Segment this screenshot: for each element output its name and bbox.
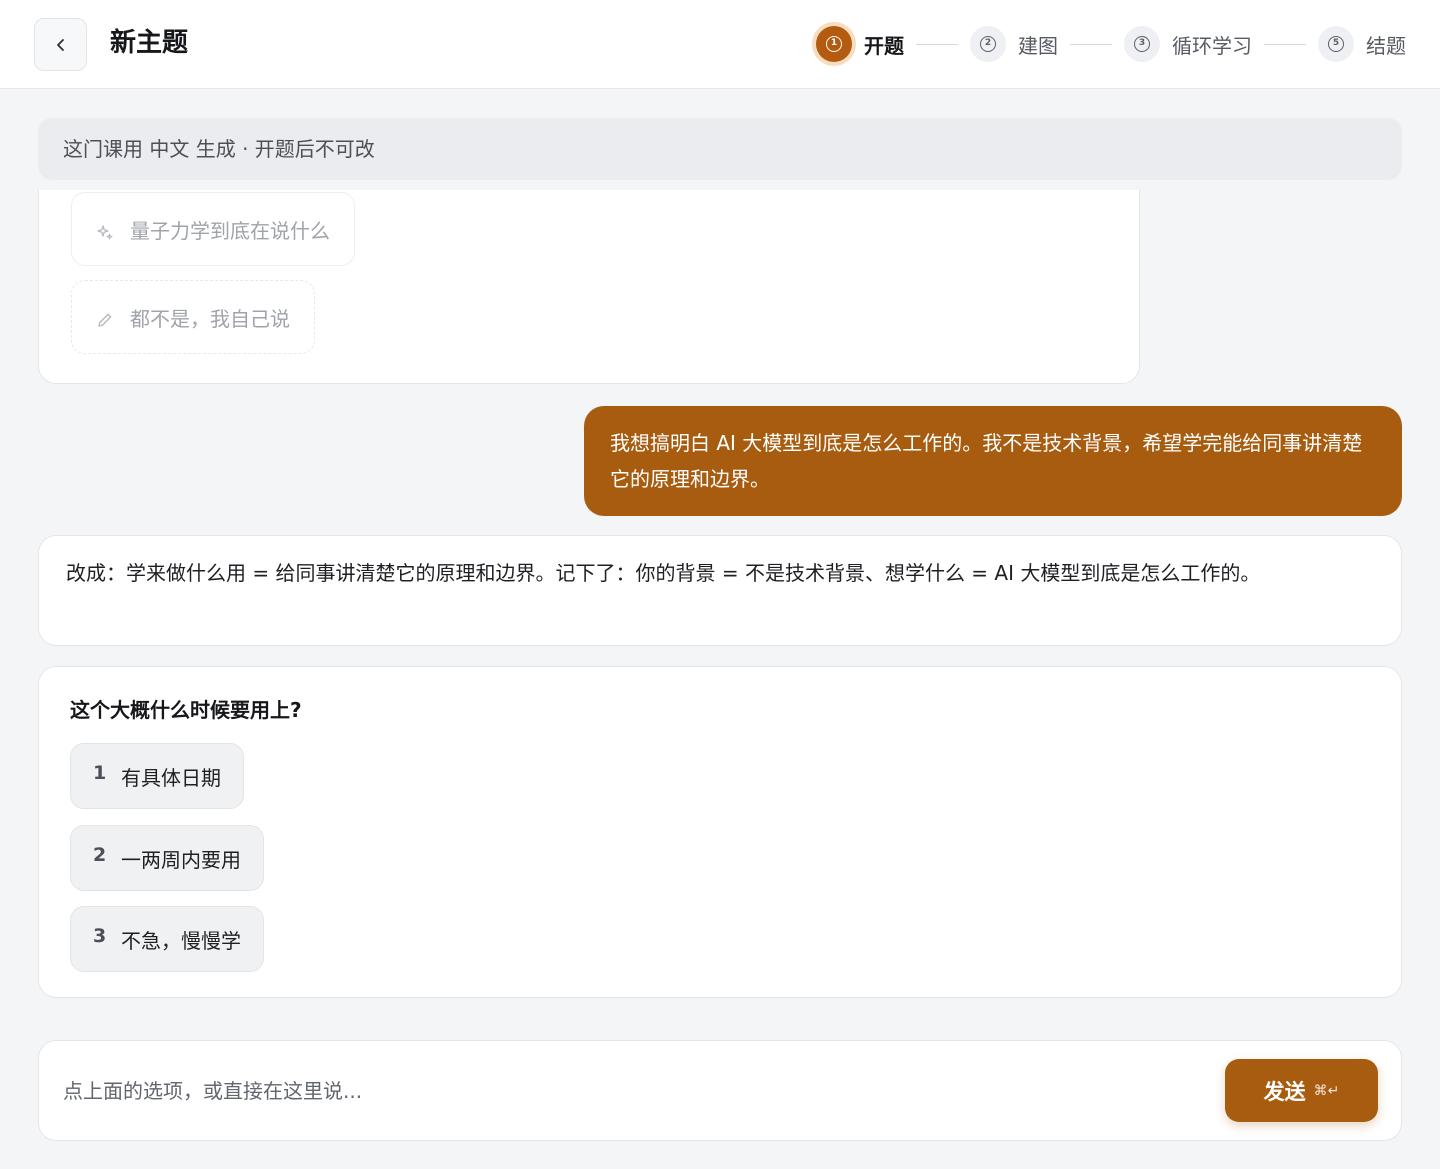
option-chip-custom[interactable]: 都不是，我自己说 (71, 280, 315, 354)
assistant-message-card: 改成：学来做什么用 = 给同事讲清楚它的原理和边界。记下了：你的背景 = 不是技… (38, 535, 1402, 646)
choice-index: 2 (93, 844, 107, 866)
pencil-icon (98, 313, 112, 327)
composer: 发送 ⌘↵ (38, 1040, 1402, 1141)
step-circle: 2 (970, 26, 1006, 62)
choice-index: 1 (93, 762, 107, 784)
user-message-bubble: 我想搞明白 AI 大模型到底是怎么工作的。我不是技术背景，希望学完能给同事讲清楚… (584, 406, 1402, 516)
step-number: 5 (1328, 36, 1344, 52)
step-label: 建图 (1018, 33, 1058, 58)
step-xunhuan[interactable]: 3 循环学习 (1124, 26, 1252, 62)
choice-option-2[interactable]: 2 一两周内要用 (70, 825, 264, 891)
step-connector (916, 43, 958, 45)
back-button[interactable] (34, 18, 87, 71)
step-number: 2 (980, 36, 996, 52)
step-circle: 1 (816, 26, 852, 62)
step-label: 结题 (1366, 33, 1406, 58)
option-chip-quantum[interactable]: 量子力学到底在说什么 (71, 192, 355, 266)
choice-label: 不急，慢慢学 (121, 928, 241, 953)
sparkle-icon (97, 225, 113, 240)
step-label: 开题 (864, 33, 904, 58)
page-title: 新主题 (110, 28, 189, 58)
step-jieti[interactable]: 5 结题 (1318, 26, 1406, 62)
language-notice: 这门课用 中文 生成 · 开题后不可改 (38, 118, 1402, 180)
message-input[interactable] (63, 1069, 1203, 1113)
step-circle: 3 (1124, 26, 1160, 62)
question-card: 这个大概什么时候要用上? 1 有具体日期 2 一两周内要用 3 不急，慢慢学 (38, 666, 1402, 998)
step-circle: 5 (1318, 26, 1354, 62)
step-connector (1264, 43, 1306, 45)
chevron-left-icon (56, 38, 64, 51)
progress-stepper: 1 开题 2 建图 3 循环学习 5 结题 (816, 22, 1406, 66)
choice-option-1[interactable]: 1 有具体日期 (70, 743, 244, 809)
send-shortcut-hint: ⌘↵ (1313, 1082, 1340, 1099)
option-chip-label: 量子力学到底在说什么 (130, 218, 330, 243)
choice-option-3[interactable]: 3 不急，慢慢学 (70, 906, 264, 972)
option-chip-label: 都不是，我自己说 (130, 306, 290, 331)
send-button[interactable]: 发送 ⌘↵ (1225, 1059, 1378, 1122)
step-jiantu[interactable]: 2 建图 (970, 26, 1058, 62)
previous-options-card: 量子力学到底在说什么 都不是，我自己说 (38, 190, 1140, 384)
step-label: 循环学习 (1172, 33, 1252, 58)
step-number: 3 (1134, 36, 1150, 52)
send-button-label: 发送 (1263, 1079, 1306, 1104)
choice-index: 3 (93, 925, 107, 947)
choice-label: 有具体日期 (121, 765, 221, 790)
question-title: 这个大概什么时候要用上? (70, 698, 302, 722)
top-header: 新主题 1 开题 2 建图 3 循环学习 5 结题 (0, 0, 1440, 89)
step-kaiti[interactable]: 1 开题 (816, 26, 904, 62)
choice-label: 一两周内要用 (121, 847, 241, 872)
step-connector (1070, 43, 1112, 45)
step-number: 1 (826, 36, 842, 52)
